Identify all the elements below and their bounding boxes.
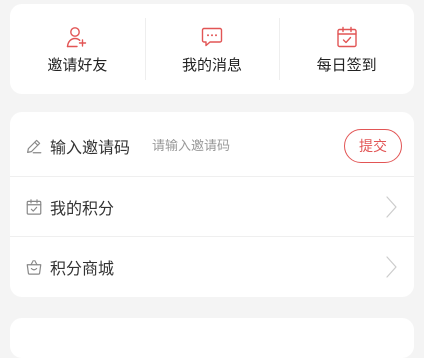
my-messages-button[interactable]: 我的消息	[144, 4, 280, 94]
quick-actions-card: 邀请好友 我的消息 每日签到	[10, 4, 414, 94]
chevron-right-icon	[384, 255, 398, 279]
daily-checkin-label: 每日签到	[316, 55, 377, 74]
submit-button[interactable]: 提交	[344, 129, 402, 163]
my-points-label: 我的积分	[50, 199, 115, 218]
chevron-right-icon	[384, 195, 398, 219]
points-mall-label: 积分商城	[50, 259, 115, 278]
calendar-check-icon	[334, 24, 360, 50]
invite-friends-label: 邀请好友	[47, 55, 108, 74]
add-user-icon	[64, 24, 90, 50]
message-icon	[199, 24, 225, 50]
menu-list-card: 输入邀请码 提交 我的积分	[10, 112, 414, 297]
pencil-icon	[24, 136, 44, 156]
daily-checkin-button[interactable]: 每日签到	[279, 4, 414, 94]
shopping-basket-icon	[24, 257, 44, 277]
next-card	[10, 318, 414, 358]
my-points-row[interactable]: 我的积分	[10, 177, 414, 237]
invite-code-row: 输入邀请码 提交	[10, 116, 414, 176]
my-messages-label: 我的消息	[182, 55, 243, 74]
invite-friends-button[interactable]: 邀请好友	[10, 4, 145, 94]
invite-code-label: 输入邀请码	[50, 138, 131, 157]
points-mall-row[interactable]: 积分商城	[10, 237, 414, 297]
invite-code-input[interactable]	[152, 138, 303, 154]
calendar-check-icon	[24, 197, 44, 217]
